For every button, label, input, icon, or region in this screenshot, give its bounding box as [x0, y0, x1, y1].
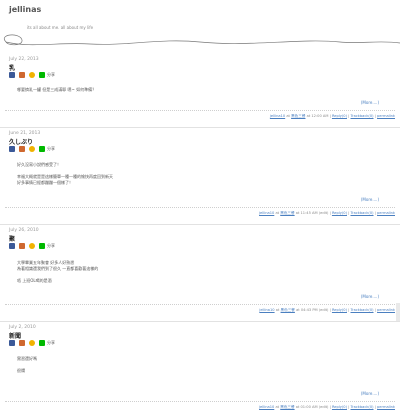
post-time: at 04:43 PM (edit) — [296, 308, 329, 312]
blog-title[interactable]: jellinas — [9, 5, 41, 14]
permalink-link[interactable]: permalink — [377, 114, 395, 118]
post-time: at 01:00 AM (edit) — [295, 405, 329, 409]
share-bar: 分享 — [9, 72, 55, 78]
post-title[interactable]: 乳 — [9, 63, 15, 72]
emoticon-icon[interactable] — [29, 146, 35, 152]
post-footer: jellina10 at 黑色三餐 at 11:45 AM (edit) | R… — [259, 211, 395, 215]
header-swirl-decoration — [3, 34, 400, 46]
plurk-icon[interactable] — [19, 146, 25, 152]
facebook-icon[interactable] — [9, 146, 15, 152]
trackback-link[interactable]: Trackback(0) — [350, 211, 373, 215]
post-body: 哪要擠乳一罐 但是三成滿耶 嗯~ 如何準備？ — [17, 87, 96, 93]
post-footer: jellina10 at 黑色三餐 at 12:00 AM | Reply(0)… — [269, 114, 395, 118]
line-icon[interactable] — [39, 243, 45, 249]
post-body-line: 好多事情已經都蹦蹦一個樣了！ — [17, 180, 73, 185]
post-date: July 2, 2010 — [9, 325, 36, 330]
post-divider — [5, 110, 395, 111]
post-body: 好久沒寫小說們感受了！ 幸福大概就是是這樣簡單一種一種的愉快再度回到新天 好多事… — [17, 162, 113, 186]
post-separator — [0, 127, 400, 128]
post-title[interactable]: 新聞 — [9, 331, 21, 340]
trackback-link[interactable]: Trackback(0) — [350, 114, 373, 118]
post-date: June 21, 2013 — [9, 131, 41, 136]
post-body: 大學畢業五年聚會 好多人好熟悉 為著相識還我們到了很久 一直都喜歡著這樣的 唔 … — [17, 260, 98, 284]
post-body-line: 很爛 — [17, 368, 25, 373]
post-footer: jellina10 at 黑色三餐 at 04:43 PM (edit) | R… — [259, 308, 395, 312]
category-link[interactable]: 黑色三餐 — [280, 405, 294, 409]
share-bar: 分享 — [9, 243, 55, 249]
author-link[interactable]: jellina10 — [270, 114, 285, 118]
author-link[interactable]: jellina10 — [259, 211, 274, 215]
footer-text: at — [275, 211, 280, 215]
reply-link[interactable]: Reply(0) — [332, 308, 347, 312]
permalink-link[interactable]: permalink — [377, 211, 395, 215]
post-divider — [5, 401, 395, 402]
line-icon[interactable] — [39, 72, 45, 78]
author-link[interactable]: jellina10 — [259, 308, 274, 312]
post-title[interactable]: 聚 — [9, 234, 15, 243]
post-separator — [0, 321, 400, 322]
emoticon-icon[interactable] — [29, 72, 35, 78]
category-link[interactable]: 黑色三餐 — [280, 211, 294, 215]
facebook-icon[interactable] — [9, 340, 15, 346]
more-link[interactable]: (More....) — [361, 391, 379, 396]
post-footer: jellina10 at 黑色三餐 at 01:00 AM (edit) | R… — [259, 405, 395, 409]
post-title[interactable]: 久しぶり — [9, 137, 33, 146]
plurk-icon[interactable] — [19, 72, 25, 78]
author-link[interactable]: jellina10 — [259, 405, 274, 409]
post-body-line: 哪要擠乳一罐 但是三成滿耶 嗯~ 如何準備？ — [17, 87, 97, 92]
post-time: at 11:45 AM (edit) — [295, 211, 329, 215]
reply-link[interactable]: Reply(0) — [332, 114, 347, 118]
post-date: July 22, 2013 — [9, 57, 39, 62]
permalink-link[interactable]: permalink — [377, 308, 395, 312]
emoticon-icon[interactable] — [29, 243, 35, 249]
category-link[interactable]: 黑色三餐 — [281, 308, 295, 312]
emoticon-icon[interactable] — [29, 340, 35, 346]
share-bar: 分享 — [9, 340, 55, 346]
footer-text: at — [275, 405, 280, 409]
post-body-line: 為著相識還我們到了很久 一直都喜歡著這樣的 — [17, 266, 99, 271]
share-label[interactable]: 分享 — [47, 146, 55, 152]
trackback-link[interactable]: Trackback(0) — [350, 308, 373, 312]
facebook-icon[interactable] — [9, 72, 15, 78]
post-divider — [5, 207, 395, 208]
post-body: 實習還好嗎 很爛 — [17, 356, 37, 374]
post-body-line: 唔 上班OL喝的是酒 — [17, 278, 52, 283]
post-time: at 12:00 AM — [306, 114, 329, 118]
footer-text: at — [275, 308, 280, 312]
plurk-icon[interactable] — [19, 243, 25, 249]
share-label[interactable]: 分享 — [47, 72, 55, 78]
more-link[interactable]: (More....) — [361, 197, 379, 202]
more-link[interactable]: (More....) — [361, 294, 379, 299]
post-date: July 26, 2010 — [9, 228, 39, 233]
more-link[interactable]: (More....) — [361, 100, 379, 105]
scrollbar-fragment[interactable] — [396, 303, 400, 321]
share-label[interactable]: 分享 — [47, 340, 55, 346]
post-divider — [5, 304, 395, 305]
reply-link[interactable]: Reply(0) — [332, 211, 347, 215]
share-bar: 分享 — [9, 146, 55, 152]
permalink-link[interactable]: permalink — [377, 405, 395, 409]
plurk-icon[interactable] — [19, 340, 25, 346]
category-link[interactable]: 黑色三餐 — [291, 114, 305, 118]
footer-text: at — [286, 114, 290, 118]
facebook-icon[interactable] — [9, 243, 15, 249]
post-body-line: 實習還好嗎 — [17, 356, 37, 361]
line-icon[interactable] — [39, 146, 45, 152]
reply-link[interactable]: Reply(0) — [332, 405, 347, 409]
share-label[interactable]: 分享 — [47, 243, 55, 249]
post-separator — [0, 224, 400, 225]
trackback-link[interactable]: Trackback(0) — [350, 405, 373, 409]
line-icon[interactable] — [39, 340, 45, 346]
